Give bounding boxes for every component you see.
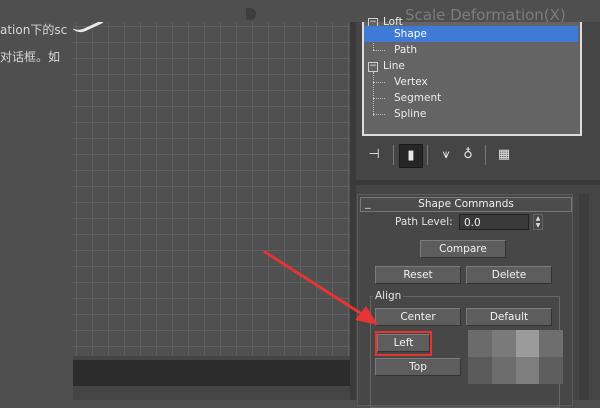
- left-button[interactable]: Left: [377, 334, 430, 352]
- show-end-result-icon[interactable]: ⩛: [435, 144, 457, 166]
- tree-item-label: Spline: [394, 108, 427, 120]
- background-text-line-2: 对话框。如: [0, 50, 61, 64]
- 3ds-max-window: − Loft Shape Path − Line Vertex Segment …: [73, 16, 600, 408]
- top-button[interactable]: Top: [375, 358, 461, 376]
- collapse-icon[interactable]: _: [365, 196, 371, 209]
- panel-divider[interactable]: [351, 180, 600, 185]
- tree-item-vertex[interactable]: Vertex: [394, 74, 428, 90]
- spinner-down-icon[interactable]: ▼: [534, 222, 542, 229]
- pin-stack-icon[interactable]: ⊣: [363, 144, 385, 166]
- viewport-grid[interactable]: [73, 22, 350, 356]
- tree-item-shape[interactable]: Shape: [364, 26, 578, 42]
- expand-toggle-icon[interactable]: −: [368, 62, 378, 72]
- path-level-label: Path Level:: [395, 216, 453, 228]
- tree-item-label: Line: [383, 60, 405, 72]
- path-level-spinner[interactable]: ▲ ▼: [533, 214, 543, 230]
- tree-item-label: Vertex: [394, 76, 428, 88]
- command-panel-scrollbar[interactable]: [579, 194, 589, 400]
- tree-item-line[interactable]: Line: [383, 58, 405, 74]
- make-unique-icon[interactable]: ♁: [457, 144, 479, 166]
- rollout-header[interactable]: _ Shape Commands: [360, 196, 572, 212]
- modifier-stack-toolbar: ⊣ ▮ ⩛ ♁ ▦: [363, 142, 583, 168]
- path-level-input[interactable]: 0.0: [459, 214, 529, 230]
- tree-item-label: Segment: [394, 92, 442, 104]
- viewport-shape-curve: [73, 22, 112, 37]
- configure-modifier-sets-icon[interactable]: ▦: [493, 144, 515, 166]
- bookmark-icon: [246, 8, 256, 20]
- modifier-stack-tree[interactable]: − Loft Shape Path − Line Vertex Segment …: [362, 16, 582, 136]
- spinner-up-icon[interactable]: ▲: [534, 215, 542, 222]
- tree-item-path[interactable]: Path: [394, 42, 417, 58]
- panel-divider[interactable]: [350, 22, 356, 400]
- pixelated-redaction: [468, 330, 563, 384]
- compare-button[interactable]: Compare: [420, 240, 506, 258]
- tree-item-label: Path: [394, 44, 418, 56]
- center-button[interactable]: Center: [375, 308, 461, 326]
- tree-item-spline[interactable]: Spline: [394, 106, 426, 122]
- timeline-bar[interactable]: [73, 360, 350, 386]
- align-group-label: Align: [373, 290, 404, 302]
- background-text-line-1: ation下的sc: [0, 23, 68, 37]
- rollout-title: Shape Commands: [418, 198, 514, 210]
- tree-item-segment[interactable]: Segment: [394, 90, 441, 106]
- reset-button[interactable]: Reset: [375, 266, 461, 284]
- modifier-active-icon[interactable]: ▮: [399, 144, 423, 168]
- tree-item-label: Shape: [394, 28, 427, 40]
- default-button[interactable]: Default: [466, 308, 552, 326]
- delete-button[interactable]: Delete: [466, 266, 552, 284]
